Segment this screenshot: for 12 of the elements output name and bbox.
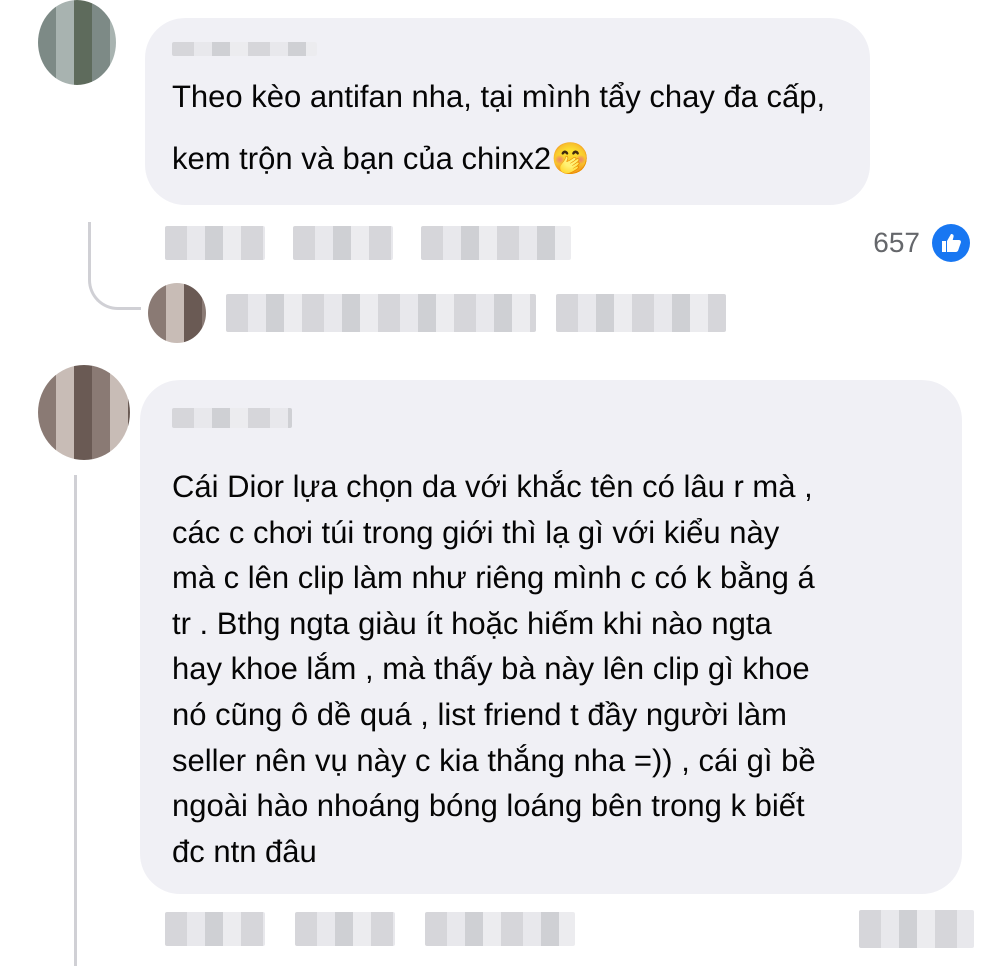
like-icon[interactable] <box>932 224 970 262</box>
blurred-reply-text[interactable] <box>556 294 726 332</box>
comment-text: Theo kèo antifan nha, tại mình tẩy chay đa cấp, kem trộn và bạn của chinx2🤭 <box>172 78 826 178</box>
reaction-count: 657 <box>873 226 920 258</box>
blurred-action[interactable] <box>165 226 265 260</box>
blurred-action[interactable] <box>165 912 265 946</box>
comment-text: Cái Dior lựa chọn da với khắc tên có lâu r mà , các c chơi túi trong giới thì lạ gì với kiểu này mà c lên clip làm như riêng mình c có k bằng á tr . Bthg ngta giàu ít hoặc hiếm khi nào ngta hay khoe lắm , mà thấy bà này lên clip gì khoe nó cũng ô dề quá , list friend t đầy người làm seller nên vụ này c kia thắng nha =)) , cái gì bề ngoài hào nhoáng bóng loáng bên trong k biết đc ntn đâu <box>172 468 817 871</box>
blurred-action[interactable] <box>425 912 575 946</box>
blurred-action[interactable] <box>421 226 571 260</box>
blurred-action[interactable] <box>293 226 393 260</box>
blurred-action[interactable] <box>295 912 395 946</box>
blurred-reply-text[interactable] <box>226 294 536 332</box>
